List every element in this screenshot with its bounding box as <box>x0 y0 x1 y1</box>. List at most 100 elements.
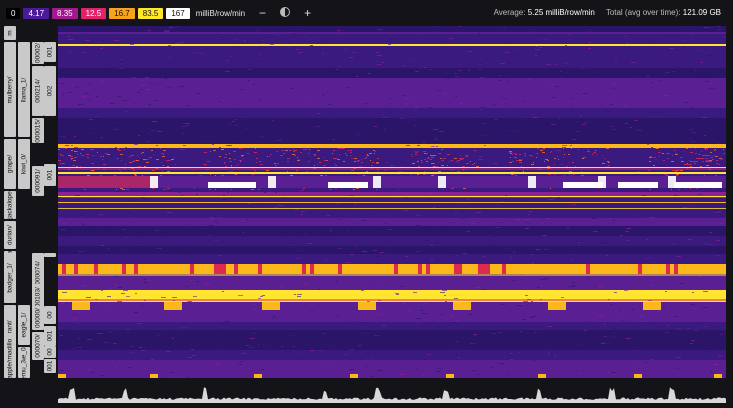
heatmap-cell <box>562 145 567 146</box>
heatmap-cell <box>578 244 582 245</box>
axis-part-segment[interactable]: 001 <box>44 42 56 62</box>
legend-chip: 4.17 <box>23 7 50 19</box>
axis-index-segment[interactable]: 000015/ <box>32 118 44 143</box>
heatmap-cell <box>455 320 458 321</box>
heatmap-cell <box>476 166 479 167</box>
heatmap-cell <box>346 264 350 274</box>
heatmap-cell <box>429 362 433 363</box>
heatmap-cell <box>282 264 286 274</box>
contrast-icon[interactable] <box>280 6 291 20</box>
heatmap-cell <box>695 163 696 164</box>
heatmap-cell <box>236 47 238 48</box>
heatmap-cell <box>126 189 129 190</box>
axis-db-segment[interactable]: durian/ <box>4 221 16 249</box>
heatmap-cell <box>328 104 331 105</box>
minus-icon[interactable]: − <box>259 6 266 20</box>
axis-table-segment[interactable]: emu_3/ <box>18 359 30 378</box>
axis-index-segment[interactable]: 000214/ <box>32 66 44 116</box>
axis-part-segment[interactable]: 001 <box>44 359 56 373</box>
axis-db-segment[interactable]: apple/ <box>4 361 16 378</box>
axis-part-segment[interactable]: 00 <box>44 346 56 358</box>
heatmap-cell <box>478 109 483 110</box>
heatmap-cell <box>429 107 432 108</box>
heatmap-cell <box>377 314 381 315</box>
heatmap-cell <box>414 110 417 111</box>
axis-index-segment[interactable]: 000070/ <box>32 332 44 360</box>
heatmap-cell <box>560 71 562 72</box>
axis-part-segment[interactable]: 001 <box>44 164 56 186</box>
heatmap-cell <box>131 77 136 78</box>
heatmap-cell <box>262 40 264 41</box>
heatmap-cell <box>646 239 648 240</box>
axis-db-segment[interactable]: badger_1/ <box>4 253 16 303</box>
heatmap-cell <box>134 144 138 145</box>
axis-db-segment[interactable]: jackalope <box>4 191 16 219</box>
axis-index-segment[interactable]: 00002/ <box>32 42 44 64</box>
axis-part-segment[interactable]: 00 <box>44 306 56 324</box>
axis-table-segment[interactable]: llama_1/ <box>18 42 30 137</box>
heatmap-cell <box>571 204 576 205</box>
heatmap-cell <box>266 313 269 314</box>
heatmap-cell <box>398 110 400 111</box>
heatmap-cell <box>492 104 497 105</box>
heatmap-cell <box>609 287 613 288</box>
heatmap-cell <box>353 233 355 234</box>
heatmap-cell <box>105 308 107 309</box>
axis-db-segment[interactable]: grape/ <box>4 139 16 189</box>
heatmap-cell <box>389 57 391 58</box>
heatmap-cell <box>58 302 726 322</box>
heatmap-cell <box>438 264 442 274</box>
heatmap-cell <box>681 137 684 138</box>
heatmap-cell <box>592 154 593 155</box>
heatmap-cell <box>378 264 382 274</box>
heatmap-cell <box>536 157 537 158</box>
heatmap-cell <box>74 264 78 274</box>
heatmap-cell <box>62 264 66 274</box>
heatmap-cell <box>419 68 423 69</box>
heatmap-cell <box>401 65 406 66</box>
heatmap-cell <box>308 161 310 162</box>
heatmap-cell <box>274 163 276 164</box>
heatmap-cell <box>461 158 464 159</box>
axis-db-segment[interactable]: m <box>4 26 16 40</box>
heatmap-cell <box>62 94 64 95</box>
heatmap-cell <box>400 344 405 345</box>
axis-table-segment[interactable]: eagle_1/ <box>18 305 30 345</box>
heatmap-cell <box>449 370 451 371</box>
heatmap-cell <box>136 238 140 239</box>
heatmap-cell <box>182 327 186 328</box>
heatmap-cell <box>370 160 371 161</box>
heatmap-cell <box>370 190 372 191</box>
heatmap-cell <box>422 313 427 314</box>
heatmap-cell <box>354 161 356 162</box>
axis-part-segment[interactable]: 002 <box>44 66 56 116</box>
heatmap-cell <box>131 346 134 347</box>
heatmap-cell <box>706 165 709 166</box>
heatmap-cell <box>65 303 67 304</box>
heatmap-cell <box>450 264 454 274</box>
heatmap-cell <box>708 244 713 245</box>
heatmap-cell <box>82 224 84 225</box>
heatmap-cell <box>331 110 333 111</box>
heatmap-cell <box>552 97 556 98</box>
heatmap-cell <box>682 151 685 152</box>
heatmap-cell <box>648 170 650 171</box>
axis-table-segment[interactable]: kiwi_0/ <box>18 139 30 189</box>
heatmap-cell <box>390 355 394 356</box>
heatmap-cell <box>139 347 142 348</box>
axis-part-segment[interactable] <box>44 253 56 257</box>
axis-part-segment[interactable]: 001 <box>44 326 56 346</box>
heatmap-cell <box>683 207 687 208</box>
heatmap-cell <box>275 192 277 193</box>
axis-db-segment[interactable]: mulberry/ <box>4 42 16 137</box>
heatmap-cell <box>668 176 676 188</box>
heatmap-cell <box>411 154 412 155</box>
heatmap-cell <box>534 332 537 333</box>
heatmap-cell <box>612 88 615 89</box>
axis-index-segment[interactable]: 000091/ <box>32 166 44 196</box>
heatmap-canvas[interactable] <box>58 26 726 378</box>
heatmap-cell <box>651 280 656 281</box>
plus-icon[interactable]: + <box>304 6 311 20</box>
axis-index-segment[interactable]: 00000/ <box>32 306 44 330</box>
heatmap-cell <box>610 264 614 274</box>
